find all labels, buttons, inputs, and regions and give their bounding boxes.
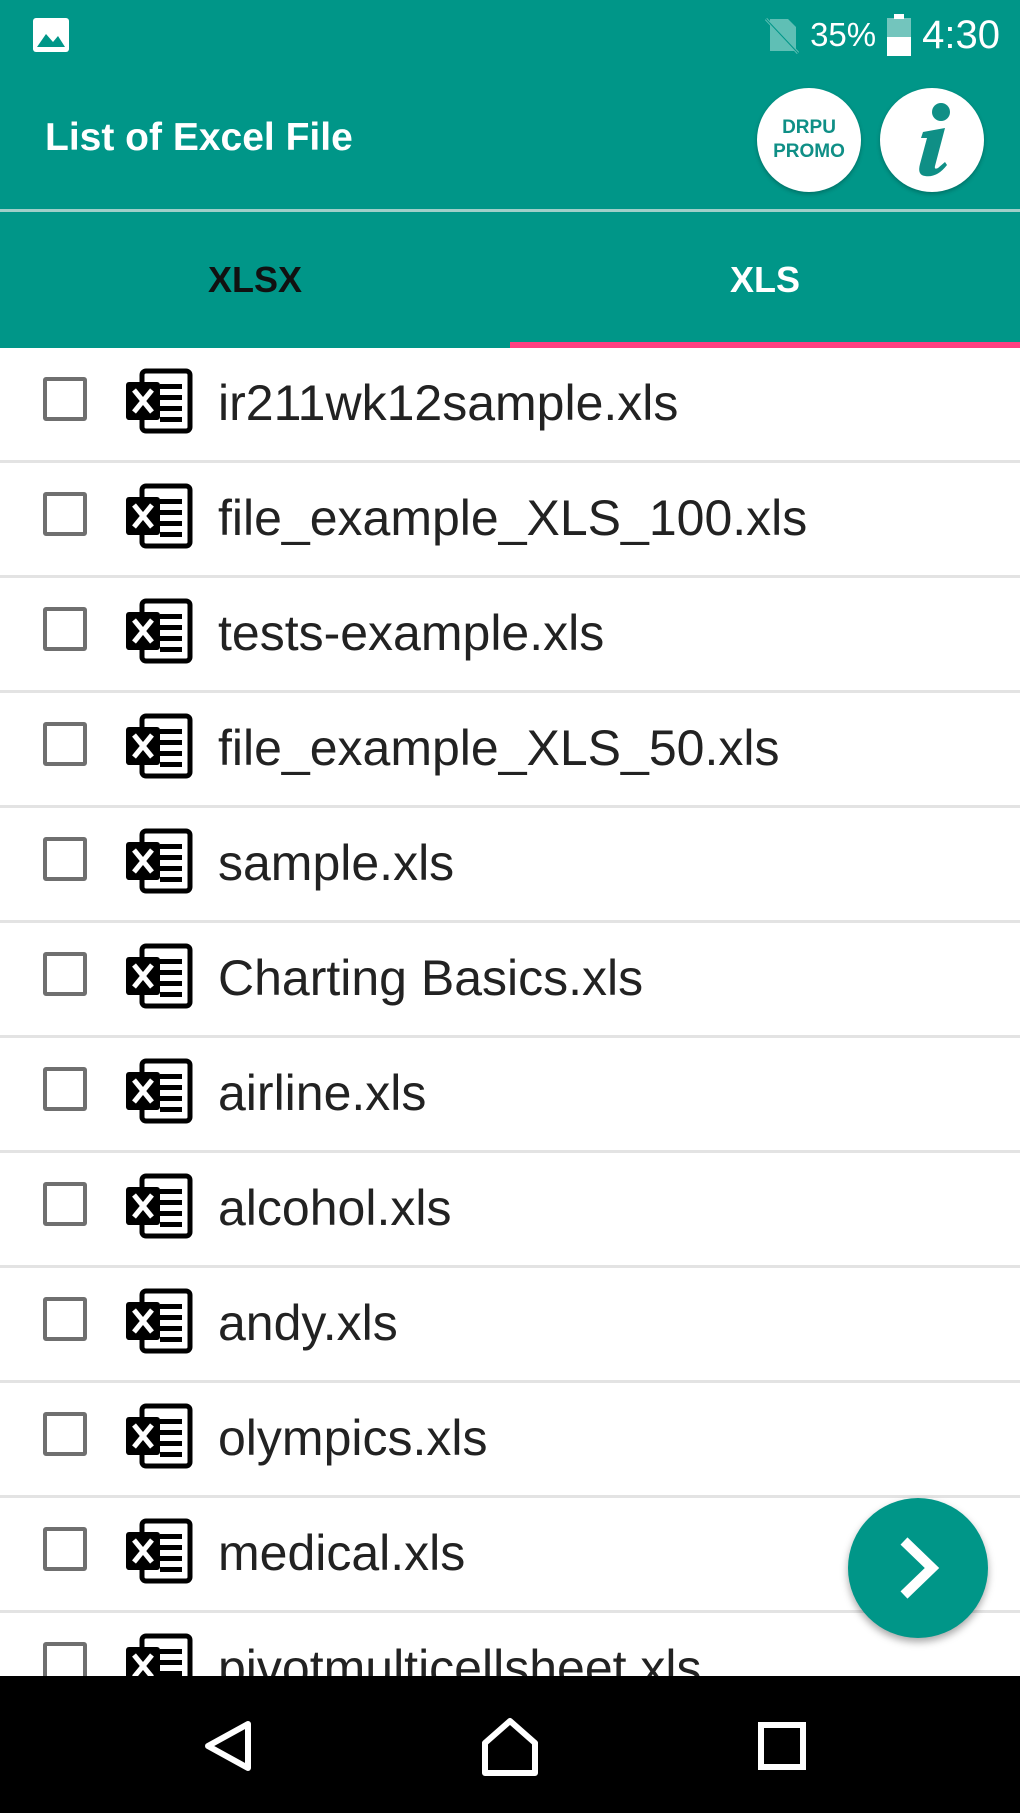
tab-xls[interactable]: XLS (510, 212, 1020, 348)
file-name: Charting Basics.xls (218, 950, 644, 1006)
tab-xlsx[interactable]: XLSX (0, 212, 510, 348)
file-name: file_example_XLS_100.xls (218, 490, 808, 546)
excel-file-icon (126, 713, 193, 779)
file-name: alcohol.xls (218, 1180, 452, 1236)
clock: 4:30 (922, 12, 1000, 57)
file-checkbox[interactable] (43, 1527, 87, 1571)
file-name: andy.xls (218, 1295, 398, 1351)
excel-file-icon (126, 483, 193, 549)
home-icon (482, 1718, 538, 1776)
promo-label-line2: PROMO (773, 141, 845, 162)
screen: 35% 4:30 List of Excel File DRPU PROMO X… (0, 0, 1020, 1813)
list-item[interactable]: file_example_XLS_50.xls (0, 693, 1020, 808)
status-right: 35% 4:30 (762, 12, 1000, 58)
system-nav-bar (0, 1676, 1020, 1813)
file-name: medical.xls (218, 1525, 466, 1581)
file-checkbox[interactable] (43, 607, 87, 651)
excel-file-icon (126, 1173, 193, 1239)
list-item[interactable]: tests-example.xls (0, 578, 1020, 693)
next-button[interactable] (848, 1498, 988, 1638)
file-checkbox[interactable] (43, 1412, 87, 1456)
status-bar: 35% 4:30 (0, 0, 1020, 70)
image-icon (33, 18, 69, 52)
file-checkbox[interactable] (43, 1297, 87, 1341)
file-name: tests-example.xls (218, 605, 605, 661)
excel-file-icon (126, 943, 193, 1009)
recents-icon (758, 1722, 806, 1770)
excel-file-icon (126, 1403, 193, 1469)
list-item[interactable]: sample.xls (0, 808, 1020, 923)
chevron-right-icon (900, 1537, 940, 1599)
info-button[interactable] (880, 88, 984, 192)
excel-file-icon (126, 598, 193, 664)
file-list[interactable]: ir211wk12sample.xls file_example_XLS_100… (0, 348, 1020, 1676)
excel-file-icon (126, 1288, 193, 1354)
tab-xls-label: XLS (729, 259, 800, 300)
list-item[interactable]: Charting Basics.xls (0, 923, 1020, 1038)
list-item[interactable]: ir211wk12sample.xls (0, 348, 1020, 463)
list-item[interactable]: alcohol.xls (0, 1153, 1020, 1268)
tab-xlsx-label: XLSX (207, 259, 303, 300)
list-item[interactable]: file_example_XLS_100.xls (0, 463, 1020, 578)
file-checkbox[interactable] (43, 377, 87, 421)
excel-file-icon (126, 368, 193, 434)
tab-bar: XLSX XLS (0, 212, 1020, 348)
file-name: pivotmulticellsheet.xls (218, 1640, 702, 1676)
file-checkbox[interactable] (43, 1182, 87, 1226)
no-sim-icon (764, 17, 800, 55)
list-item[interactable]: olympics.xls (0, 1383, 1020, 1498)
list-item[interactable]: airline.xls (0, 1038, 1020, 1153)
recents-button[interactable] (742, 1706, 822, 1786)
file-checkbox[interactable] (43, 1642, 87, 1676)
excel-file-icon (126, 1518, 193, 1584)
battery-percent: 35% (810, 16, 877, 53)
info-icon (919, 103, 950, 177)
page-title: List of Excel File (45, 116, 353, 159)
back-icon (205, 1721, 251, 1771)
file-name: file_example_XLS_50.xls (218, 720, 780, 776)
file-name: sample.xls (218, 835, 455, 891)
file-checkbox[interactable] (43, 722, 87, 766)
promo-button[interactable]: DRPU PROMO (757, 88, 861, 192)
battery-icon (887, 14, 912, 56)
list-item[interactable]: pivotmulticellsheet.xls (0, 1613, 1020, 1676)
home-button[interactable] (470, 1706, 550, 1786)
excel-file-icon (126, 1633, 193, 1676)
excel-file-icon (126, 828, 193, 894)
file-name: ir211wk12sample.xls (218, 375, 679, 431)
file-name: olympics.xls (218, 1410, 488, 1466)
file-checkbox[interactable] (43, 492, 87, 536)
list-item[interactable]: andy.xls (0, 1268, 1020, 1383)
app-bar: List of Excel File DRPU PROMO (0, 70, 1020, 210)
excel-file-icon (126, 1058, 193, 1124)
file-name: airline.xls (218, 1065, 427, 1121)
file-checkbox[interactable] (43, 837, 87, 881)
file-checkbox[interactable] (43, 952, 87, 996)
promo-label-line1: DRPU (782, 117, 836, 138)
file-checkbox[interactable] (43, 1067, 87, 1111)
back-button[interactable] (188, 1706, 268, 1786)
